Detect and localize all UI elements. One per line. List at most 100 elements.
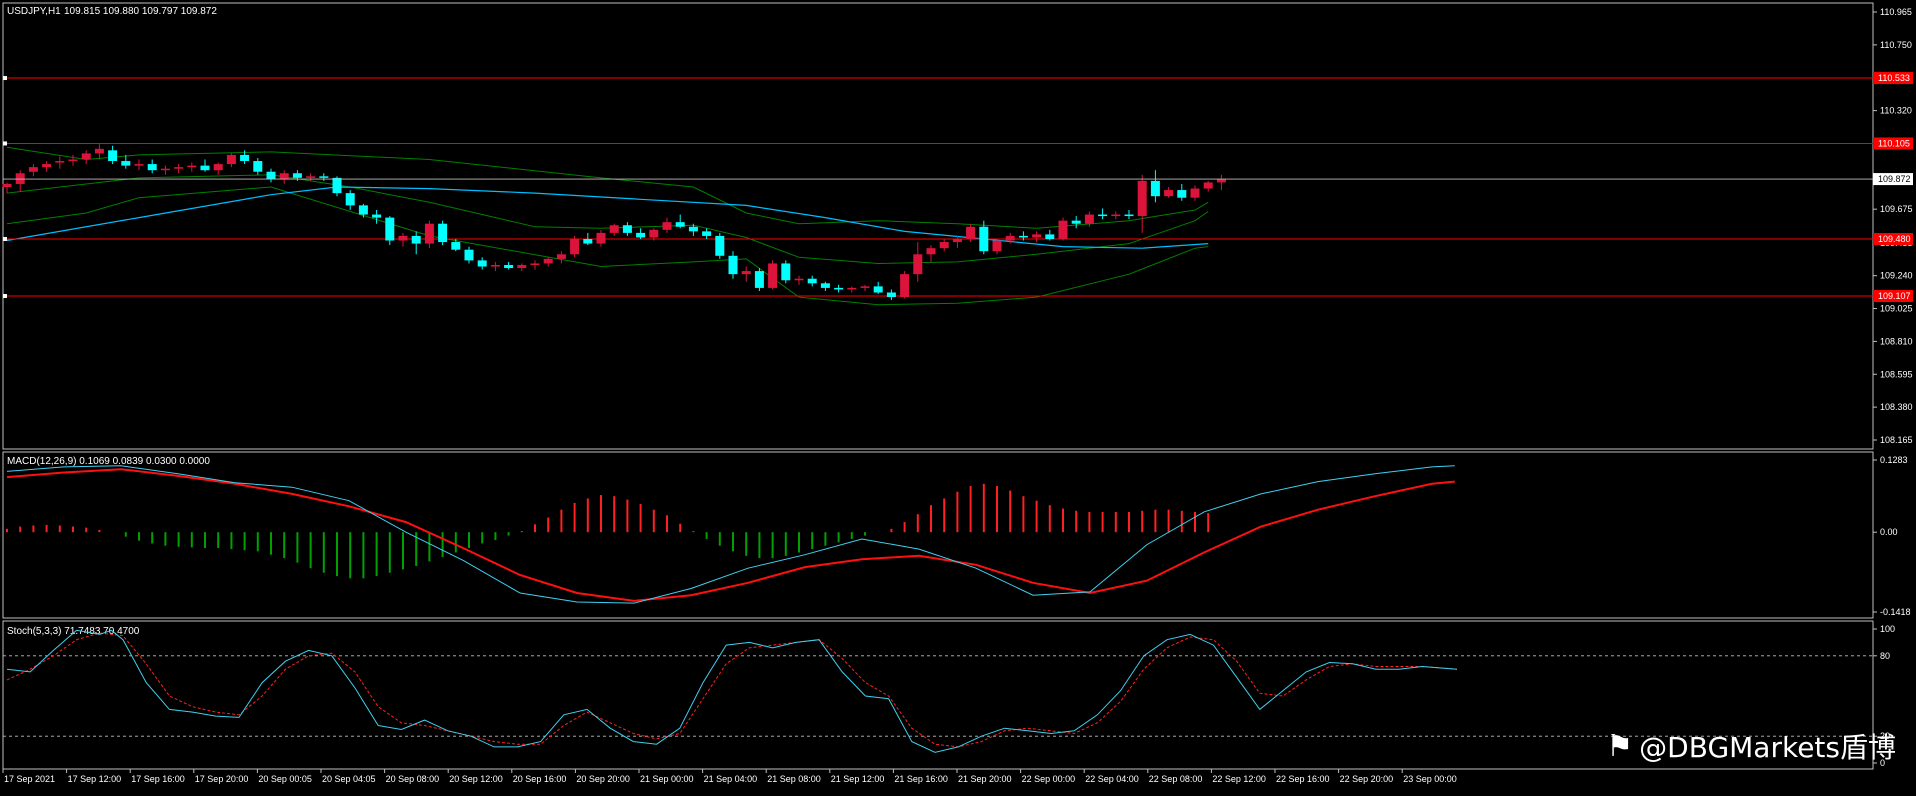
time-tick-label: 21 Sep 00:00 xyxy=(640,774,694,784)
level-anchor xyxy=(3,294,7,299)
candle-body xyxy=(1032,234,1042,238)
candle-body xyxy=(319,176,329,178)
price-tick-label: 109.240 xyxy=(1880,271,1913,281)
stoch-title: Stoch(5,3,3) 71.7483 70.4700 xyxy=(7,626,140,637)
candle-body xyxy=(372,214,382,218)
time-tick-label: 20 Sep 16:00 xyxy=(513,774,567,784)
time-tick-label: 22 Sep 12:00 xyxy=(1212,774,1266,784)
price-tick-label: 110.965 xyxy=(1880,7,1912,17)
price-tick-label: 110.750 xyxy=(1880,40,1912,50)
level-price-label: 109.107 xyxy=(1878,291,1911,301)
time-tick-label: 22 Sep 04:00 xyxy=(1085,774,1139,784)
chart-window: USDJPY,H1 109.815 109.880 109.797 109.87… xyxy=(0,0,1916,791)
level-anchor xyxy=(3,76,7,81)
candle-body xyxy=(1058,220,1068,239)
watermark: ⚑ @DBGMarkets盾博 xyxy=(1606,726,1896,766)
candle-body xyxy=(398,235,408,241)
candle-body xyxy=(847,287,857,290)
price-tick-label: 108.810 xyxy=(1880,336,1913,346)
candle-body xyxy=(2,183,12,188)
candle-body xyxy=(1203,182,1213,189)
candle-body xyxy=(741,271,751,275)
time-tick-label: 21 Sep 04:00 xyxy=(704,774,758,784)
candle-body xyxy=(1150,180,1160,197)
candle-body xyxy=(345,193,355,206)
time-tick-label: 22 Sep 16:00 xyxy=(1276,774,1330,784)
candle-body xyxy=(649,229,659,238)
candle-body xyxy=(15,173,25,184)
candle-body xyxy=(94,148,104,154)
candle-body xyxy=(464,249,474,261)
candle-body xyxy=(385,217,395,241)
price-tick-label: 108.165 xyxy=(1880,435,1913,445)
candle-body xyxy=(266,171,276,180)
time-tick-label: 17 Sep 12:00 xyxy=(68,774,122,784)
candle-body xyxy=(688,226,698,232)
candle-body xyxy=(1098,214,1108,217)
candle-body xyxy=(1018,235,1028,238)
time-tick-label: 20 Sep 20:00 xyxy=(576,774,630,784)
candle-body xyxy=(1124,214,1134,217)
candle-body xyxy=(530,263,540,265)
time-tick-label: 20 Sep 00:05 xyxy=(258,774,312,784)
candle-body xyxy=(807,278,817,284)
candle-body xyxy=(411,235,421,244)
candle-body xyxy=(662,222,672,230)
candle-body xyxy=(517,264,527,269)
time-tick-label: 17 Sep 20:00 xyxy=(195,774,249,784)
candle-body xyxy=(873,286,883,293)
candle-body xyxy=(675,222,685,227)
candle-body xyxy=(477,260,487,267)
time-tick-label: 21 Sep 12:00 xyxy=(831,774,885,784)
candle-body xyxy=(715,235,725,256)
candle-body xyxy=(134,164,144,166)
candle-body xyxy=(1177,190,1187,198)
macd-tick-label: 0.00 xyxy=(1880,527,1898,537)
time-tick-label: 21 Sep 20:00 xyxy=(958,774,1012,784)
current-price-label: 109.872 xyxy=(1878,174,1911,184)
stoch-tick-label: 100 xyxy=(1880,624,1895,634)
time-tick-label: 22 Sep 00:00 xyxy=(1022,774,1076,784)
time-tick-label: 22 Sep 20:00 xyxy=(1340,774,1394,784)
candle-body xyxy=(583,238,593,244)
candle-body xyxy=(1137,180,1147,217)
candle-body xyxy=(1164,190,1174,197)
candle-body xyxy=(952,238,962,243)
candle-body xyxy=(609,225,619,233)
level-price-label: 110.533 xyxy=(1878,73,1910,83)
candle-body xyxy=(900,274,910,298)
candle-body xyxy=(926,248,936,255)
candle-body xyxy=(886,292,896,298)
candle-body xyxy=(543,258,553,264)
candle-body xyxy=(147,164,157,171)
candle-body xyxy=(754,271,764,288)
time-tick-label: 22 Sep 08:00 xyxy=(1149,774,1203,784)
candle-body xyxy=(834,287,844,290)
symbol-label: USDJPY,H1 xyxy=(7,6,61,17)
time-tick-label: 21 Sep 08:00 xyxy=(767,774,821,784)
candle-body xyxy=(1190,188,1200,198)
candle-body xyxy=(768,263,778,288)
level-anchor xyxy=(3,236,7,241)
time-tick-label: 23 Sep 00:00 xyxy=(1403,774,1457,784)
macd-tick-label: 0.1283 xyxy=(1880,455,1908,465)
price-tick-label: 108.595 xyxy=(1880,369,1913,379)
candle-body xyxy=(1045,234,1055,239)
candle-body xyxy=(68,159,78,162)
candle-body xyxy=(42,164,52,168)
candle-body xyxy=(504,264,514,269)
candle-body xyxy=(332,177,342,194)
candle-body xyxy=(174,167,184,169)
price-tick-label: 110.320 xyxy=(1880,106,1912,116)
candle-body xyxy=(279,173,289,180)
candle-body xyxy=(1071,220,1081,224)
candle-body xyxy=(570,238,580,255)
candle-body xyxy=(55,161,65,163)
candle-body xyxy=(1111,214,1121,217)
candle-body xyxy=(424,223,434,244)
candle-body xyxy=(781,263,791,281)
price-tick-label: 109.675 xyxy=(1880,204,1913,214)
candle-body xyxy=(108,150,118,162)
level-price-label: 110.105 xyxy=(1878,138,1910,148)
candle-body xyxy=(292,173,302,178)
